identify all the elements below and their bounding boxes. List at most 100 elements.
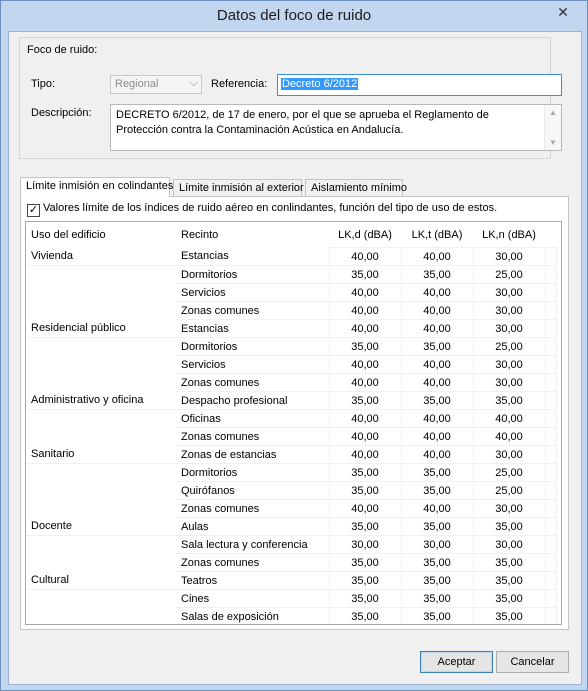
cell-lkd[interactable]: 35,00	[328, 517, 402, 536]
cell-lkt[interactable]: 40,00	[400, 427, 474, 446]
cell-recinto[interactable]: Dormitorios	[176, 337, 329, 356]
cancel-button[interactable]: Cancelar	[496, 651, 569, 673]
cell-lkt[interactable]: 35,00	[400, 391, 474, 410]
cell-lkd[interactable]: 40,00	[328, 427, 402, 446]
scroll-down-icon[interactable]: ▼	[545, 138, 561, 147]
valores-limite-checkbox[interactable]: ✓	[27, 204, 40, 217]
cell-lkd[interactable]: 35,00	[328, 337, 402, 356]
title-bar[interactable]: Datos del foco de ruido ✕	[1, 1, 587, 31]
limits-table[interactable]: Uso del edificio Recinto LK,d (dBA) LK,t…	[25, 221, 562, 625]
cell-lkt[interactable]: 40,00	[400, 409, 474, 428]
cell-lkn[interactable]: 30,00	[472, 319, 546, 338]
tipo-select[interactable]: Regional ⌵	[110, 75, 202, 94]
table-row[interactable]: Quirófanos 35,00 35,00 25,00	[26, 481, 557, 500]
cell-lkn[interactable]: 30,00	[472, 499, 546, 518]
table-row[interactable]: Dormitorios 35,00 35,00 25,00	[26, 337, 557, 356]
cell-recinto[interactable]: Quirófanos	[176, 481, 329, 500]
cell-lkd[interactable]: 40,00	[328, 355, 402, 374]
cell-lkt[interactable]: 35,00	[400, 337, 474, 356]
cell-uso[interactable]: Residencial público	[26, 319, 176, 338]
cell-uso[interactable]: Sanitario	[26, 445, 176, 464]
table-row[interactable]: Administrativo y oficina Despacho profesi…	[26, 391, 557, 410]
cell-recinto[interactable]: Zonas comunes	[176, 301, 329, 320]
cell-lkn[interactable]: 30,00	[472, 373, 546, 392]
table-row[interactable]: Zonas comunes 40,00 40,00 30,00	[26, 373, 557, 392]
cell-lkt[interactable]: 30,00	[400, 535, 474, 554]
cell-lkt[interactable]: 40,00	[400, 247, 474, 266]
cell-uso[interactable]	[26, 482, 176, 500]
cell-lkn[interactable]: 30,00	[472, 355, 546, 374]
cell-lkt[interactable]: 35,00	[400, 607, 474, 624]
cell-uso[interactable]	[26, 608, 176, 625]
cell-lkd[interactable]: 40,00	[328, 247, 402, 266]
cell-recinto[interactable]: Estancias	[176, 319, 329, 338]
referencia-input[interactable]: Decreto 6/2012	[277, 74, 562, 96]
close-icon[interactable]: ✕	[553, 4, 573, 20]
cell-lkn[interactable]: 25,00	[472, 265, 546, 284]
cell-uso[interactable]: Administrativo y oficina	[26, 391, 176, 410]
cell-lkd[interactable]: 35,00	[328, 391, 402, 410]
cell-recinto[interactable]: Dormitorios	[176, 463, 329, 482]
table-row[interactable]: Salas de exposición 35,00 35,00 35,00	[26, 607, 557, 625]
cell-uso[interactable]: Cultural	[26, 571, 176, 590]
cell-recinto[interactable]: Oficinas	[176, 409, 329, 428]
cell-lkn[interactable]: 25,00	[472, 481, 546, 500]
descripcion-textarea[interactable]: DECRETO 6/2012, de 17 de enero, por el q…	[110, 104, 562, 151]
cell-lkn[interactable]: 40,00	[472, 427, 546, 446]
cell-lkn[interactable]: 25,00	[472, 463, 546, 482]
cell-uso[interactable]: Docente	[26, 517, 176, 536]
cell-lkn[interactable]: 40,00	[472, 409, 546, 428]
cell-lkd[interactable]: 40,00	[328, 499, 402, 518]
cell-lkd[interactable]: 35,00	[328, 607, 402, 624]
cell-lkn[interactable]: 25,00	[472, 337, 546, 356]
cell-lkd[interactable]: 40,00	[328, 283, 402, 302]
table-row[interactable]: Servicios 40,00 40,00 30,00	[26, 283, 557, 302]
cell-uso[interactable]	[26, 464, 176, 482]
cell-recinto[interactable]: Zonas de estancias	[176, 445, 329, 464]
cell-uso[interactable]	[26, 374, 176, 392]
cell-uso[interactable]	[26, 554, 176, 572]
tab-aislamiento-minimo[interactable]: Aislamiento mínimo	[305, 179, 407, 196]
cell-recinto[interactable]: Estancias	[176, 247, 329, 266]
table-row[interactable]: Docente Aulas 35,00 35,00 35,00	[26, 517, 557, 536]
cell-lkt[interactable]: 35,00	[400, 481, 474, 500]
cell-lkn[interactable]: 30,00	[472, 283, 546, 302]
cell-lkd[interactable]: 35,00	[328, 589, 402, 608]
cell-lkn[interactable]: 35,00	[472, 391, 546, 410]
cell-recinto[interactable]: Despacho profesional	[176, 391, 329, 410]
cell-uso[interactable]	[26, 500, 176, 518]
table-row[interactable]: Cines 35,00 35,00 35,00	[26, 589, 557, 608]
column-header-lkn[interactable]: LK,n (dBA)	[473, 222, 545, 248]
table-row[interactable]: Dormitorios 35,00 35,00 25,00	[26, 265, 557, 284]
table-row[interactable]: Sanitario Zonas de estancias 40,00 40,00 30,…	[26, 445, 557, 464]
cell-lkd[interactable]: 35,00	[328, 463, 402, 482]
table-row[interactable]: Zonas comunes 40,00 40,00 30,00	[26, 301, 557, 320]
cell-recinto[interactable]: Zonas comunes	[176, 373, 329, 392]
table-row[interactable]: Sala lectura y conferencia 30,00 30,00 30,0…	[26, 535, 557, 554]
cell-recinto[interactable]: Aulas	[176, 517, 329, 536]
cell-lkt[interactable]: 35,00	[400, 553, 474, 572]
cell-lkn[interactable]: 30,00	[472, 247, 546, 266]
cell-lkt[interactable]: 35,00	[400, 517, 474, 536]
cell-lkd[interactable]: 35,00	[328, 571, 402, 590]
cell-lkd[interactable]: 35,00	[328, 481, 402, 500]
column-header-lkd[interactable]: LK,d (dBA)	[329, 222, 401, 248]
cell-lkd[interactable]: 35,00	[328, 553, 402, 572]
cell-lkn[interactable]: 30,00	[472, 535, 546, 554]
cell-lkd[interactable]: 30,00	[328, 535, 402, 554]
column-header-lkt[interactable]: LK,t (dBA)	[401, 222, 473, 248]
cell-recinto[interactable]: Sala lectura y conferencia	[176, 535, 329, 554]
cell-uso[interactable]	[26, 284, 176, 302]
table-row[interactable]: Vivienda Estancias 40,00 40,00 30,00	[26, 247, 557, 266]
cell-uso[interactable]	[26, 356, 176, 374]
cell-lkn[interactable]: 30,00	[472, 445, 546, 464]
cell-recinto[interactable]: Zonas comunes	[176, 499, 329, 518]
cell-recinto[interactable]: Servicios	[176, 283, 329, 302]
cell-recinto[interactable]: Teatros	[176, 571, 329, 590]
valores-limite-option[interactable]: ✓ Valores límite de los índices de ruido …	[27, 202, 497, 217]
cell-lkt[interactable]: 35,00	[400, 571, 474, 590]
table-row[interactable]: Servicios 40,00 40,00 30,00	[26, 355, 557, 374]
cell-recinto[interactable]: Dormitorios	[176, 265, 329, 284]
table-row[interactable]: Residencial público Estancias 40,00 40,00 30…	[26, 319, 557, 338]
cell-recinto[interactable]: Servicios	[176, 355, 329, 374]
